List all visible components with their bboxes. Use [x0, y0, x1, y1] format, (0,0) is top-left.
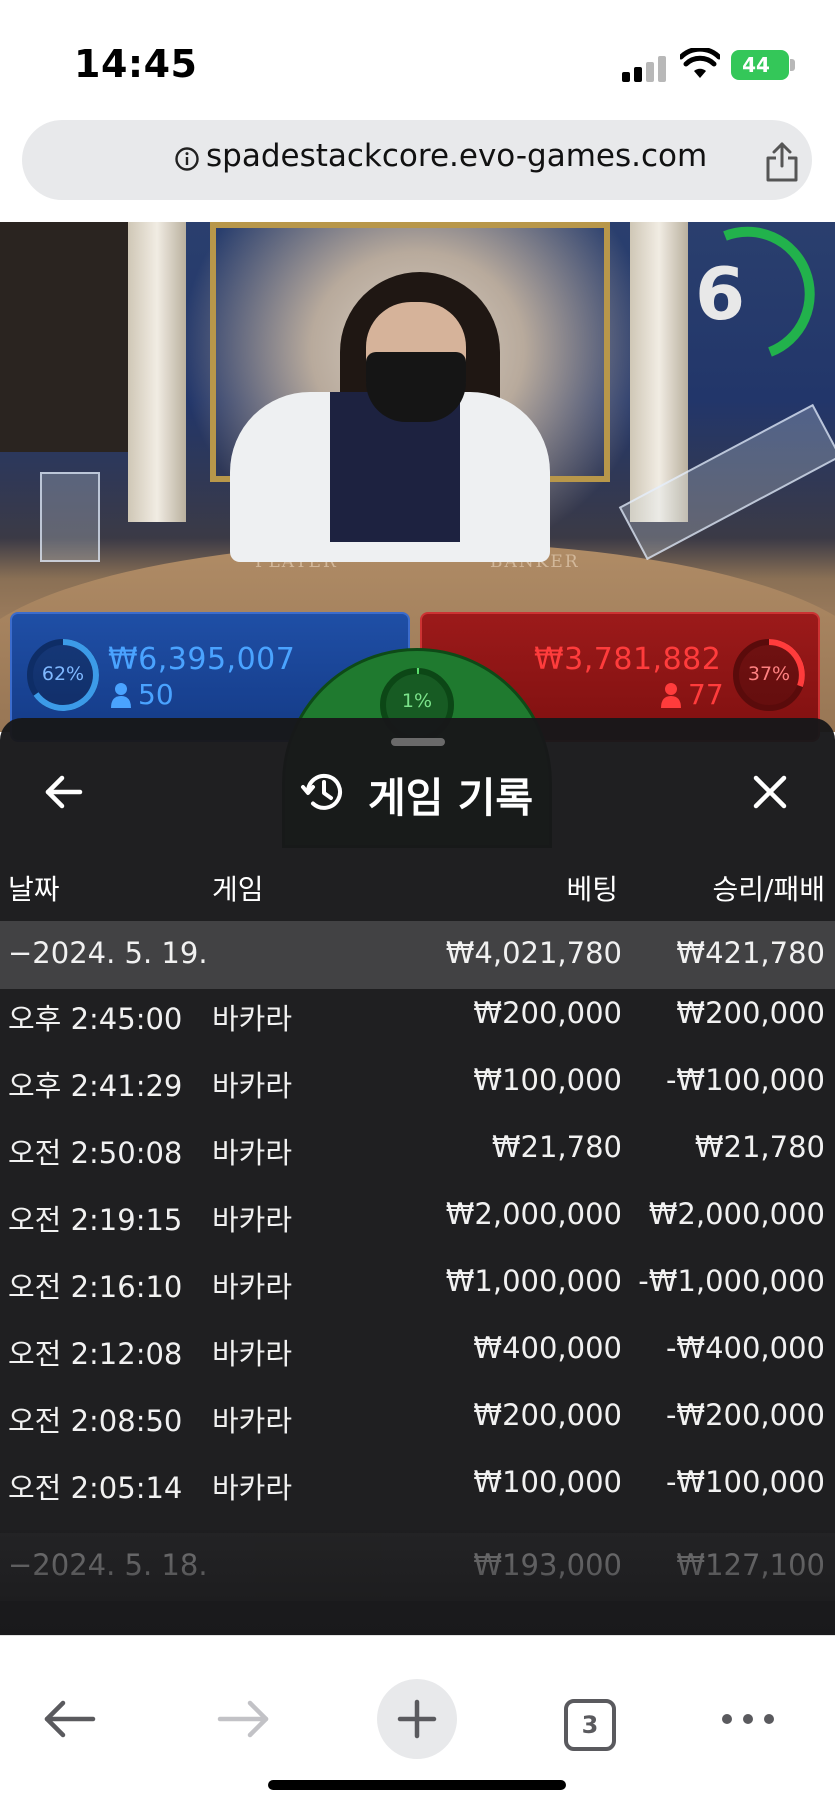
dealer-mask: [366, 352, 466, 422]
panel-title: 게임 기록: [368, 774, 534, 822]
row-winloss: -₩100,000: [665, 1063, 825, 1097]
row-time: 오전 2:08:50: [8, 1404, 183, 1438]
drag-handle[interactable]: [391, 738, 445, 746]
date-group-label: −2024. 5. 19.: [8, 936, 208, 970]
countdown-timer: 6: [694, 252, 746, 336]
battery-level: 44: [742, 53, 770, 77]
row-bet: ₩1,000,000: [445, 1264, 622, 1298]
url-text[interactable]: spadestackcore.evo-games.com: [206, 138, 707, 174]
row-game: 바카라: [212, 1404, 293, 1438]
row-game: 바카라: [212, 1203, 293, 1237]
status-bar: 14:45 44: [0, 0, 835, 110]
player-user-icon: [111, 683, 131, 708]
decor-pillar: [128, 222, 186, 522]
history-row[interactable]: 오전 2:12:08 바카라 ₩400,000 -₩400,000: [0, 1315, 835, 1382]
banker-amount: ₩3,781,882: [534, 642, 722, 677]
row-winloss: -₩1,000,000: [638, 1264, 825, 1298]
row-game: 바카라: [212, 1002, 293, 1036]
history-icon: [301, 773, 342, 810]
column-header-winloss: 승리/패배: [712, 873, 825, 906]
column-header-date: 날짜: [8, 873, 60, 906]
date-group-winloss: ₩421,780: [676, 936, 825, 970]
more-icon[interactable]: [713, 1684, 783, 1754]
back-icon[interactable]: [35, 1684, 105, 1754]
row-winloss: ₩200,000: [676, 996, 825, 1030]
row-time: 오전 2:16:10: [8, 1270, 183, 1304]
date-group-winloss: ₩127,100: [676, 1548, 825, 1582]
row-winloss: -₩200,000: [665, 1398, 825, 1432]
row-bet: ₩21,780: [491, 1130, 622, 1164]
row-game: 바카라: [212, 1471, 293, 1505]
row-winloss: ₩21,780: [694, 1130, 825, 1164]
address-bar[interactable]: spadestackcore.evo-games.com: [22, 120, 812, 200]
history-list: 오후 2:45:00 바카라 ₩200,000 ₩200,000 오후 2:41…: [0, 980, 835, 1516]
row-bet: ₩200,000: [473, 996, 622, 1030]
history-row[interactable]: 오전 2:08:50 바카라 ₩200,000 -₩200,000: [0, 1382, 835, 1449]
card-holder: [40, 472, 100, 562]
game-history-panel: 게임 기록 날짜 게임 베팅 승리/패배 −2024. 5. 19. ₩4,02…: [0, 718, 835, 1635]
close-icon[interactable]: [748, 770, 792, 814]
cellular-signal-icon: [622, 56, 666, 82]
row-winloss: -₩400,000: [665, 1331, 825, 1365]
tab-count: 3: [581, 1711, 599, 1739]
banker-percent: 37%: [747, 663, 791, 685]
battery-icon: 44: [731, 50, 789, 80]
row-game: 바카라: [212, 1136, 293, 1170]
info-icon[interactable]: [174, 146, 200, 172]
date-group-label: −2024. 5. 18.: [8, 1548, 208, 1582]
back-arrow-icon[interactable]: [42, 770, 86, 814]
row-winloss: -₩100,000: [665, 1465, 825, 1499]
row-game: 바카라: [212, 1069, 293, 1103]
row-time: 오전 2:12:08: [8, 1337, 183, 1371]
row-time: 오후 2:41:29: [8, 1069, 183, 1103]
date-group-row[interactable]: −2024. 5. 18. ₩193,000 ₩127,100: [0, 1533, 835, 1601]
row-bet: ₩100,000: [473, 1465, 622, 1499]
player-amount: ₩6,395,007: [108, 642, 296, 677]
history-row[interactable]: 오전 2:19:15 바카라 ₩2,000,000 ₩2,000,000: [0, 1181, 835, 1248]
history-row[interactable]: 오후 2:41:29 바카라 ₩100,000 -₩100,000: [0, 1047, 835, 1114]
row-time: 오전 2:19:15: [8, 1203, 183, 1237]
banker-count: 77: [688, 678, 724, 711]
battery-tip: [790, 59, 795, 71]
column-header-bet: 베팅: [566, 873, 618, 906]
row-time: 오후 2:45:00: [8, 1002, 183, 1036]
date-group-bet: ₩4,021,780: [445, 936, 622, 970]
status-time: 14:45: [74, 42, 198, 86]
wifi-icon: [680, 48, 720, 78]
croupier-figure: [0, 222, 130, 452]
banker-user-icon: [661, 683, 681, 708]
tie-percent: 1%: [401, 690, 433, 712]
share-icon[interactable]: [762, 140, 802, 184]
tabs-button[interactable]: 3: [564, 1699, 616, 1751]
player-percent: 62%: [41, 663, 85, 685]
date-group-bet: ₩193,000: [473, 1548, 622, 1582]
row-bet: ₩100,000: [473, 1063, 622, 1097]
row-game: 바카라: [212, 1270, 293, 1304]
row-bet: ₩2,000,000: [445, 1197, 622, 1231]
row-bet: ₩200,000: [473, 1398, 622, 1432]
row-game: 바카라: [212, 1337, 293, 1371]
row-time: 오전 2:50:08: [8, 1136, 183, 1170]
row-time: 오전 2:05:14: [8, 1471, 183, 1505]
date-group-row[interactable]: −2024. 5. 19. ₩4,021,780 ₩421,780: [0, 921, 835, 989]
row-winloss: ₩2,000,000: [648, 1197, 825, 1231]
history-row[interactable]: 오후 2:45:00 바카라 ₩200,000 ₩200,000: [0, 980, 835, 1047]
history-row[interactable]: 오전 2:05:14 바카라 ₩100,000 -₩100,000: [0, 1449, 835, 1516]
row-bet: ₩400,000: [473, 1331, 622, 1365]
history-row[interactable]: 오전 2:16:10 바카라 ₩1,000,000 -₩1,000,000: [0, 1248, 835, 1315]
forward-icon[interactable]: [208, 1684, 278, 1754]
home-indicator: [268, 1780, 566, 1790]
new-tab-icon[interactable]: [376, 1678, 458, 1760]
column-header-game: 게임: [212, 873, 264, 906]
player-count: 50: [138, 678, 174, 711]
history-row[interactable]: 오전 2:50:08 바카라 ₩21,780 ₩21,780: [0, 1114, 835, 1181]
